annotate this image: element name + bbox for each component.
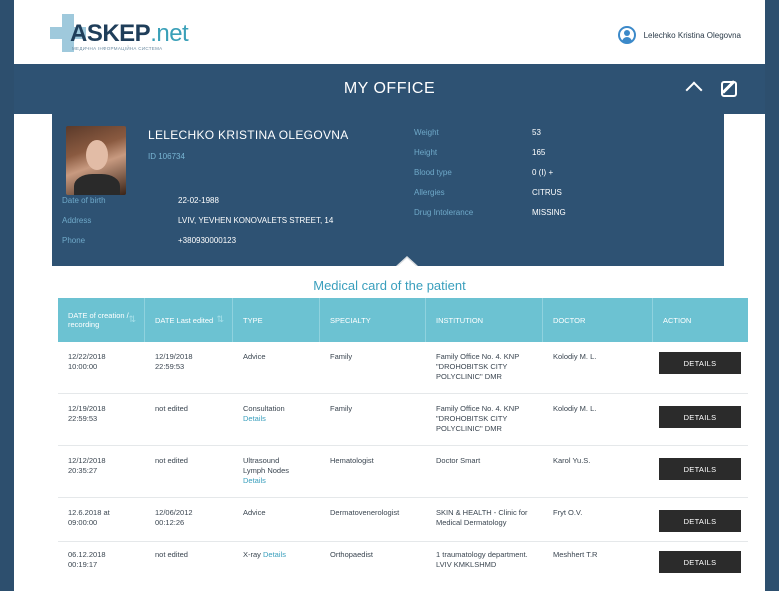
- blood-type-label: Blood type: [414, 168, 452, 177]
- column-date-edited[interactable]: DATE Last edited ⇅: [145, 298, 233, 342]
- phone-value: +380930000123: [178, 236, 237, 245]
- address-label: Address: [62, 216, 92, 225]
- height-value: 165: [532, 148, 546, 157]
- edited-cell: not edited: [155, 404, 188, 413]
- institution-cell: SKIN & HEALTH - Clinic for Medical Derma…: [436, 508, 528, 527]
- logo-suffix: .net: [150, 20, 189, 47]
- doctor-cell: Meshhert T.R: [553, 550, 598, 559]
- details-button[interactable]: DETAILS: [659, 352, 741, 374]
- app-frame: ASKEP.net МЕДИЧНА ІНФОРМАЦІЙНА СИСТЕМА L…: [14, 0, 765, 591]
- details-button[interactable]: DETAILS: [659, 510, 741, 532]
- institution-cell: Doctor Smart: [436, 456, 481, 465]
- patient-photo: [66, 126, 126, 195]
- type-details-link[interactable]: Details: [243, 414, 266, 423]
- specialty-cell: Family: [330, 352, 353, 361]
- medical-card-title: Medical card of the patient: [313, 278, 466, 293]
- askep-logo[interactable]: ASKEP.net МЕДИЧНА ІНФОРМАЦІЙНА СИСТЕМА: [50, 14, 200, 54]
- table-row: 12.6.2018 at 09:00:00 12/06/2012 00:12:2…: [58, 498, 748, 542]
- table-row: 12/19/2018 22:59:53 not edited Consultat…: [58, 394, 748, 446]
- type-details-link[interactable]: Details: [243, 476, 266, 485]
- type-cell: Advice: [243, 508, 266, 517]
- height-label: Height: [414, 148, 438, 157]
- column-type: TYPE: [233, 298, 320, 342]
- patient-name: LELECHKO KRISTINA OLEGOVNA: [148, 128, 349, 142]
- doctor-cell: Karol Yu.S.: [553, 456, 591, 465]
- specialty-cell: Family: [330, 404, 353, 413]
- created-cell: 06.12.2018 00:19:17: [68, 550, 106, 569]
- edit-icon[interactable]: [721, 81, 737, 97]
- weight-label: Weight: [414, 128, 439, 137]
- institution-cell: Family Office No. 4. KNP "DROHOBITSK CIT…: [436, 352, 520, 381]
- type-cell: X-ray Details: [243, 550, 286, 559]
- phone-label: Phone: [62, 236, 86, 245]
- drug-intolerance-value: MISSING: [532, 208, 566, 217]
- table-header: DATE of creation / recording ⇅ DATE Last …: [58, 298, 748, 342]
- office-bar: MY OFFICE: [14, 64, 765, 114]
- type-cell: Ultrasound Lymph Nodes Details: [243, 456, 289, 485]
- allergies-label: Allergies: [414, 188, 445, 197]
- sort-icon[interactable]: ⇅: [216, 315, 224, 324]
- drug-intolerance-label: Drug Intolerance: [414, 208, 474, 217]
- institution-cell: 1 traumatology department. LVIV KMKLSHMD: [436, 550, 528, 569]
- blood-type-value: 0 (I) +: [532, 168, 554, 177]
- created-cell: 12/22/2018 10:00:00: [68, 352, 106, 371]
- top-bar: ASKEP.net МЕДИЧНА ІНФОРМАЦІЙНА СИСТЕМА L…: [14, 0, 765, 64]
- dob-label: Date of birth: [62, 196, 106, 205]
- column-date-created[interactable]: DATE of creation / recording ⇅: [58, 298, 145, 342]
- user-name: Lelechko Kristina Olegovna: [643, 30, 741, 40]
- doctor-cell: Kolodiy M. L.: [553, 404, 597, 413]
- table-row: 12/12/2018 20:35:27 not edited Ultrasoun…: [58, 446, 748, 498]
- table-row: 06.12.2018 00:19:17 not edited X-ray Det…: [58, 542, 748, 591]
- logo-main: ASKEP: [70, 20, 151, 47]
- details-button[interactable]: DETAILS: [659, 406, 741, 428]
- created-cell: 12/12/2018 20:35:27: [68, 456, 106, 475]
- edited-cell: not edited: [155, 550, 188, 559]
- details-button[interactable]: DETAILS: [659, 551, 741, 573]
- edited-cell: 12/06/2012 00:12:26: [155, 508, 193, 527]
- patient-profile: LELECHKO KRISTINA OLEGOVNA ID 106734 Dat…: [52, 114, 724, 266]
- doctor-cell: Fryt O.V.: [553, 508, 583, 517]
- type-cell: Consultation Details: [243, 404, 285, 423]
- table-row: 12/22/2018 10:00:00 12/19/2018 22:59:53 …: [58, 342, 748, 394]
- edited-cell: 12/19/2018 22:59:53: [155, 352, 193, 371]
- address-value: LVIV, YEVHEN KONOVALETS STREET, 14: [178, 216, 334, 225]
- type-cell: Advice: [243, 352, 266, 361]
- user-menu[interactable]: Lelechko Kristina Olegovna: [617, 26, 741, 44]
- specialty-cell: Orthopaedist: [330, 550, 373, 559]
- edited-cell: not edited: [155, 456, 188, 465]
- specialty-cell: Dermatovenerologist: [330, 508, 400, 517]
- patient-id: ID 106734: [148, 152, 185, 161]
- weight-value: 53: [532, 128, 541, 137]
- allergies-value: CITRUS: [532, 188, 562, 197]
- institution-cell: Family Office No. 4. KNP "DROHOBITSK CIT…: [436, 404, 520, 433]
- dob-value: 22-02-1988: [178, 196, 219, 205]
- column-institution: INSTITUTION: [426, 298, 543, 342]
- details-button[interactable]: DETAILS: [659, 458, 741, 480]
- type-details-link[interactable]: Details: [263, 550, 286, 559]
- column-doctor: DOCTOR: [543, 298, 653, 342]
- user-avatar-icon: [617, 26, 636, 44]
- sort-icon[interactable]: ⇅: [128, 315, 136, 324]
- doctor-cell: Kolodiy M. L.: [553, 352, 597, 361]
- office-title: MY OFFICE: [343, 80, 436, 97]
- logo-tagline: МЕДИЧНА ІНФОРМАЦІЙНА СИСТЕМА: [72, 46, 163, 51]
- collapse-caret-icon: [396, 256, 418, 266]
- created-cell: 12.6.2018 at 09:00:00: [68, 508, 110, 527]
- specialty-cell: Hematologist: [330, 456, 374, 465]
- column-specialty: SPECIALTY: [320, 298, 426, 342]
- created-cell: 12/19/2018 22:59:53: [68, 404, 106, 423]
- column-action: ACTION: [663, 315, 692, 325]
